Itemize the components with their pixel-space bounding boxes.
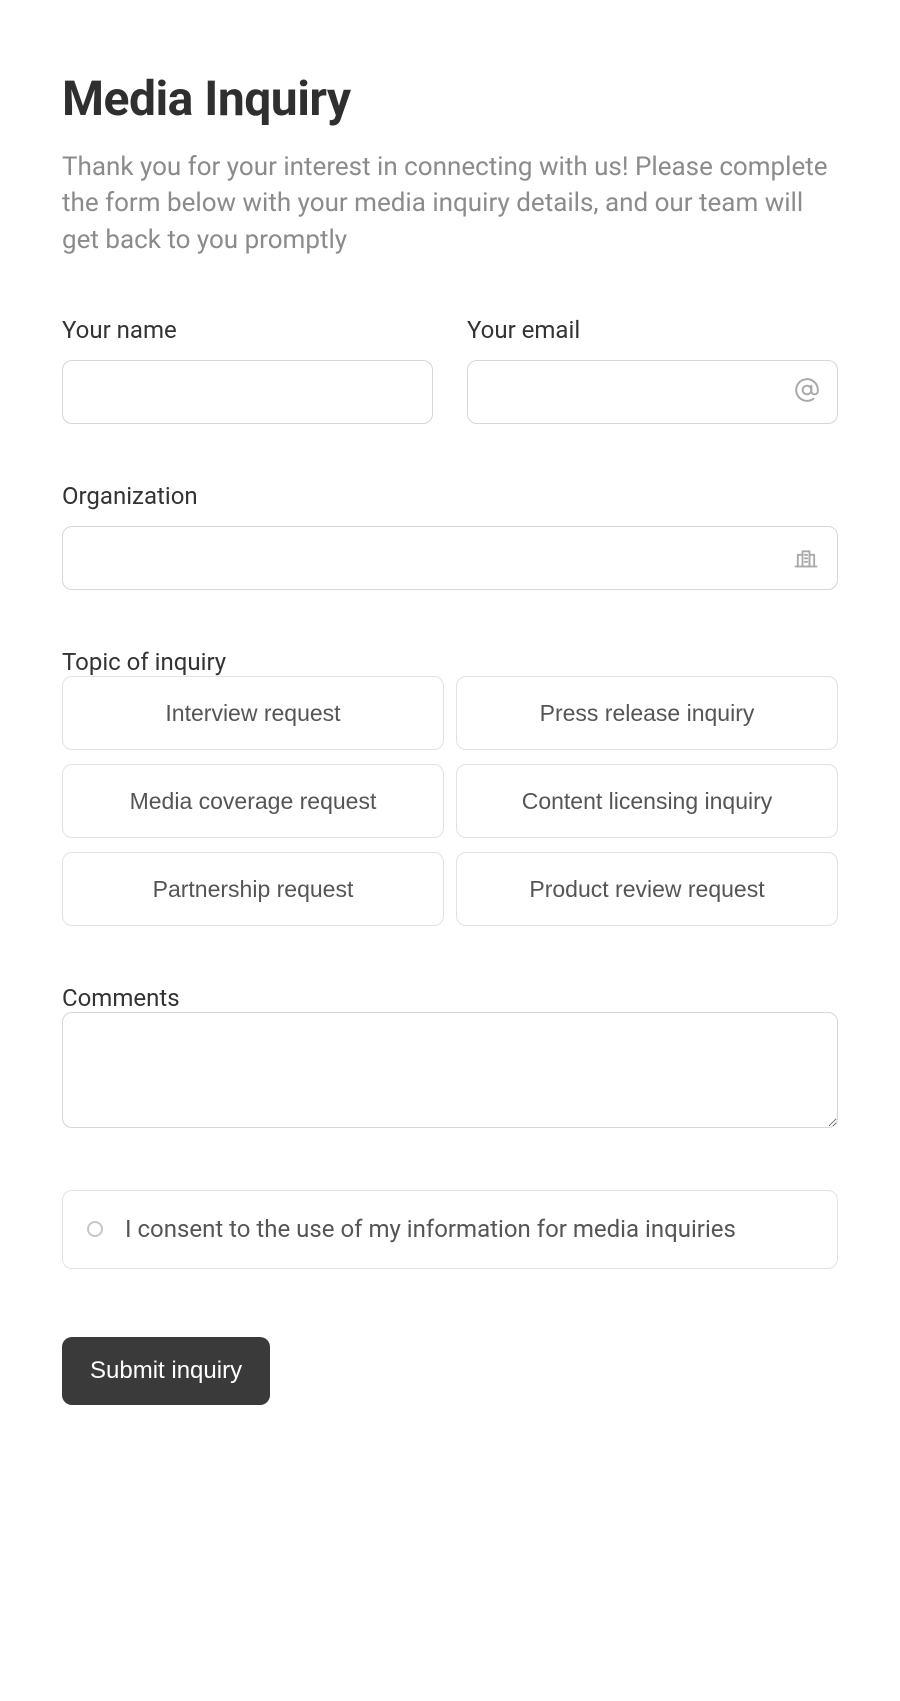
organization-input[interactable] xyxy=(62,526,838,590)
submit-section: Submit inquiry xyxy=(62,1337,838,1405)
consent-section: I consent to the use of my information f… xyxy=(62,1190,838,1268)
topic-grid: Interview request Press release inquiry … xyxy=(62,676,838,926)
organization-group: Organization xyxy=(62,482,838,590)
topic-label: Topic of inquiry xyxy=(62,648,226,676)
email-label: Your email xyxy=(467,316,838,344)
comments-section: Comments xyxy=(62,984,838,1132)
consent-box[interactable]: I consent to the use of my information f… xyxy=(62,1190,838,1268)
page-title: Media Inquiry xyxy=(62,70,838,127)
page-description: Thank you for your interest in connectin… xyxy=(62,149,838,258)
topic-option-interview-request[interactable]: Interview request xyxy=(62,676,444,750)
email-group: Your email xyxy=(467,316,838,424)
topic-option-press-release-inquiry[interactable]: Press release inquiry xyxy=(456,676,838,750)
comments-input[interactable] xyxy=(62,1012,838,1128)
topic-option-product-review-request[interactable]: Product review request xyxy=(456,852,838,926)
name-email-row: Your name Your email xyxy=(62,316,838,424)
consent-radio[interactable] xyxy=(87,1221,103,1237)
name-input[interactable] xyxy=(62,360,433,424)
topic-option-content-licensing-inquiry[interactable]: Content licensing inquiry xyxy=(456,764,838,838)
topic-section: Topic of inquiry Interview request Press… xyxy=(62,648,838,926)
name-group: Your name xyxy=(62,316,433,424)
topic-option-partnership-request[interactable]: Partnership request xyxy=(62,852,444,926)
email-input[interactable] xyxy=(467,360,838,424)
name-label: Your name xyxy=(62,316,433,344)
topic-option-media-coverage-request[interactable]: Media coverage request xyxy=(62,764,444,838)
organization-section: Organization xyxy=(62,482,838,590)
submit-button[interactable]: Submit inquiry xyxy=(62,1337,270,1405)
organization-label: Organization xyxy=(62,482,838,510)
comments-label: Comments xyxy=(62,984,180,1012)
consent-label: I consent to the use of my information f… xyxy=(125,1213,736,1245)
